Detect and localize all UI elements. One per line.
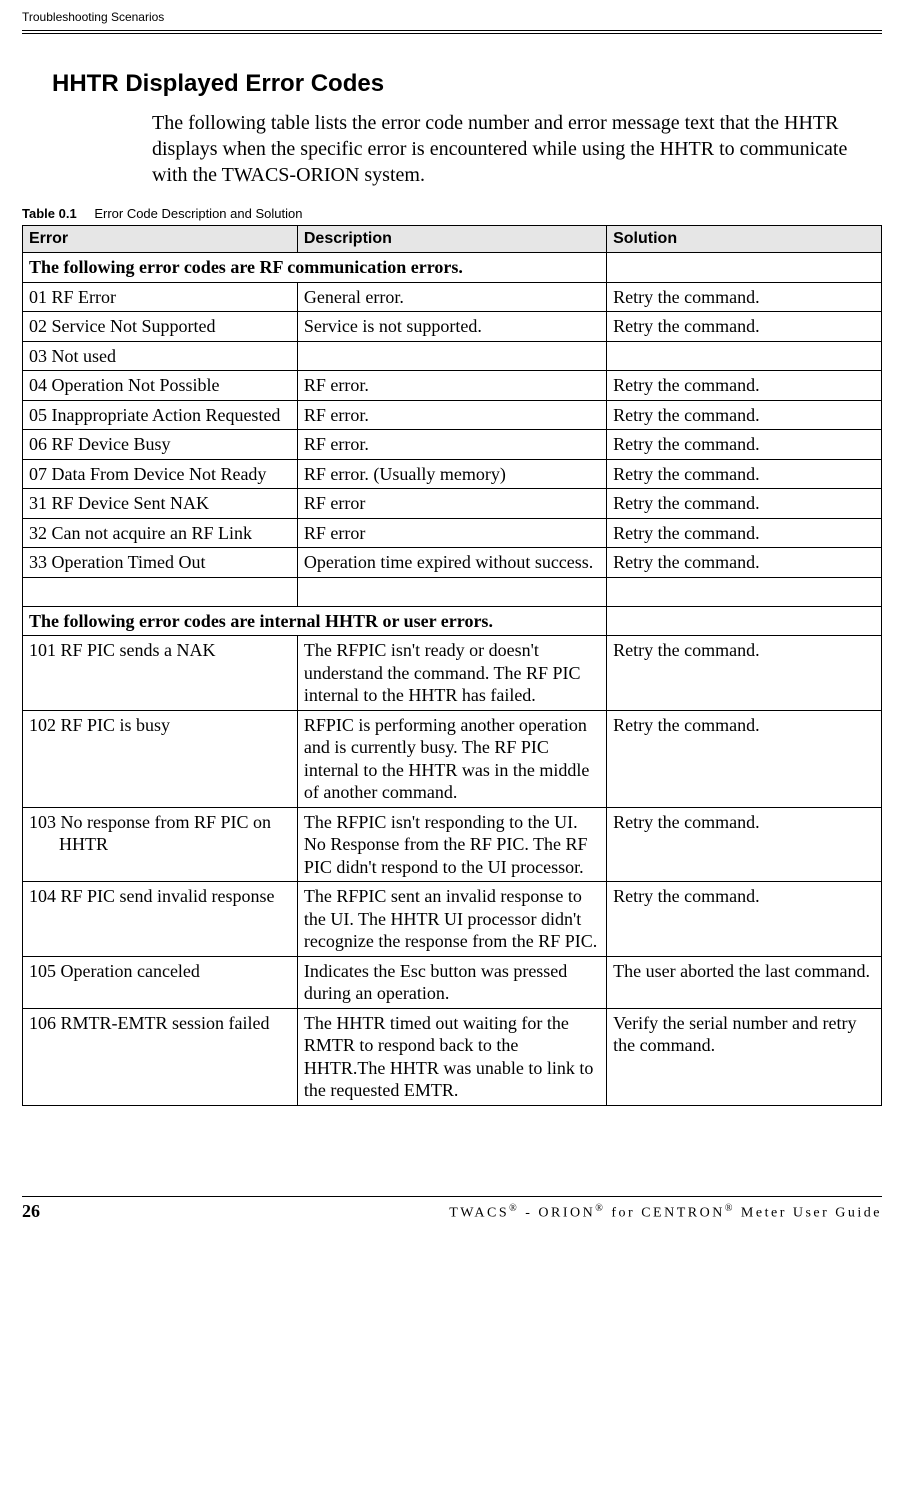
section-title: HHTR Displayed Error Codes [52,70,882,98]
cell-sol: Retry the command. [607,710,882,807]
cell-error: 04 Operation Not Possible [23,371,298,401]
cell-error: 101 RF PIC sends a NAK [23,636,298,711]
cell-sol: Verify the serial number and retry the c… [607,1008,882,1105]
footer-title: TWACS® - ORION® for CENTRON® Meter User … [449,1203,882,1222]
table-row: 04 Operation Not Possible RF error. Retr… [23,371,882,401]
cell-sol: Retry the command. [607,489,882,519]
cell-desc: RFPIC is performing another operation an… [297,710,606,807]
cell-sol: Retry the command. [607,282,882,312]
table-row: 103 No response from RF PIC on HHTR The … [23,807,882,882]
table-caption-text: Error Code Description and Solution [94,206,302,221]
table-row: 02 Service Not Supported Service is not … [23,312,882,342]
cell-sol: Retry the command. [607,459,882,489]
cell-desc: Indicates the Esc button was pressed dur… [297,956,606,1008]
table-row: 101 RF PIC sends a NAK The RFPIC isn't r… [23,636,882,711]
col-header-solution: Solution [607,226,882,253]
table-spacer-row [23,577,882,606]
table-row: 06 RF Device Busy RF error. Retry the co… [23,430,882,460]
table-number: Table 0.1 [22,206,77,221]
cell-error: 03 Not used [23,341,298,371]
col-header-error: Error [23,226,298,253]
empty-cell [297,577,606,606]
cell-error: 102 RF PIC is busy [23,710,298,807]
cell-sol: Retry the command. [607,636,882,711]
section-heading-internal: The following error codes are internal H… [23,606,607,636]
error-code-table: Error Description Solution The following… [22,225,882,1106]
cell-desc: RF error. (Usually memory) [297,459,606,489]
empty-cell [607,606,882,636]
cell-error: 31 RF Device Sent NAK [23,489,298,519]
cell-desc: The RFPIC sent an invalid response to th… [297,882,606,957]
cell-desc: RF error [297,489,606,519]
cell-desc: The HHTR timed out waiting for the RMTR … [297,1008,606,1105]
empty-cell [607,577,882,606]
header-rule [22,30,882,34]
cell-error: 07 Data From Device Not Ready [23,459,298,489]
table-row: 105 Operation canceled Indicates the Esc… [23,956,882,1008]
cell-desc: The RFPIC isn't ready or doesn't underst… [297,636,606,711]
empty-cell [23,577,298,606]
table-row: 104 RF PIC send invalid response The RFP… [23,882,882,957]
table-row: 03 Not used [23,341,882,371]
cell-error: 106 RMTR-EMTR session failed [23,1008,298,1105]
cell-sol: Retry the command. [607,312,882,342]
table-section-row: The following error codes are internal H… [23,606,882,636]
cell-error: 103 No response from RF PIC on HHTR [23,807,298,882]
cell-error: 02 Service Not Supported [23,312,298,342]
table-row: 32 Can not acquire an RF Link RF error R… [23,518,882,548]
cell-error: 32 Can not acquire an RF Link [23,518,298,548]
cell-desc: Operation time expired without success. [297,548,606,578]
table-row: 106 RMTR-EMTR session failed The HHTR ti… [23,1008,882,1105]
table-row: 07 Data From Device Not Ready RF error. … [23,459,882,489]
table-caption: Table 0.1 Error Code Description and Sol… [22,206,882,221]
cell-error: 104 RF PIC send invalid response [23,882,298,957]
cell-sol [607,341,882,371]
section-intro: The following table lists the error code… [152,110,882,188]
cell-sol: Retry the command. [607,548,882,578]
cell-sol: Retry the command. [607,371,882,401]
cell-sol: Retry the command. [607,430,882,460]
table-row: 31 RF Device Sent NAK RF error Retry the… [23,489,882,519]
table-row: 102 RF PIC is busy RFPIC is performing a… [23,710,882,807]
cell-desc: General error. [297,282,606,312]
table-section-row: The following error codes are RF communi… [23,253,882,283]
cell-desc: RF error. [297,400,606,430]
cell-sol: Retry the command. [607,807,882,882]
cell-sol: Retry the command. [607,882,882,957]
cell-error: 01 RF Error [23,282,298,312]
col-header-description: Description [297,226,606,253]
running-header: Troubleshooting Scenarios [22,10,882,30]
table-row: 01 RF Error General error. Retry the com… [23,282,882,312]
cell-desc: Service is not supported. [297,312,606,342]
cell-desc [297,341,606,371]
page-footer: 26 TWACS® - ORION® for CENTRON® Meter Us… [22,1196,882,1222]
cell-desc: The RFPIC isn't responding to the UI. No… [297,807,606,882]
page-number: 26 [22,1201,40,1222]
cell-error: 06 RF Device Busy [23,430,298,460]
cell-sol: The user aborted the last command. [607,956,882,1008]
cell-error: 05 Inappropriate Action Requested [23,400,298,430]
table-row: 33 Operation Timed Out Operation time ex… [23,548,882,578]
cell-desc: RF error [297,518,606,548]
cell-desc: RF error. [297,371,606,401]
cell-sol: Retry the command. [607,518,882,548]
cell-desc: RF error. [297,430,606,460]
section-heading-rf: The following error codes are RF communi… [23,253,607,283]
cell-sol: Retry the command. [607,400,882,430]
footer-rule [22,1196,882,1197]
cell-error: 33 Operation Timed Out [23,548,298,578]
table-row: 05 Inappropriate Action Requested RF err… [23,400,882,430]
cell-error: 105 Operation canceled [23,956,298,1008]
empty-cell [607,253,882,283]
